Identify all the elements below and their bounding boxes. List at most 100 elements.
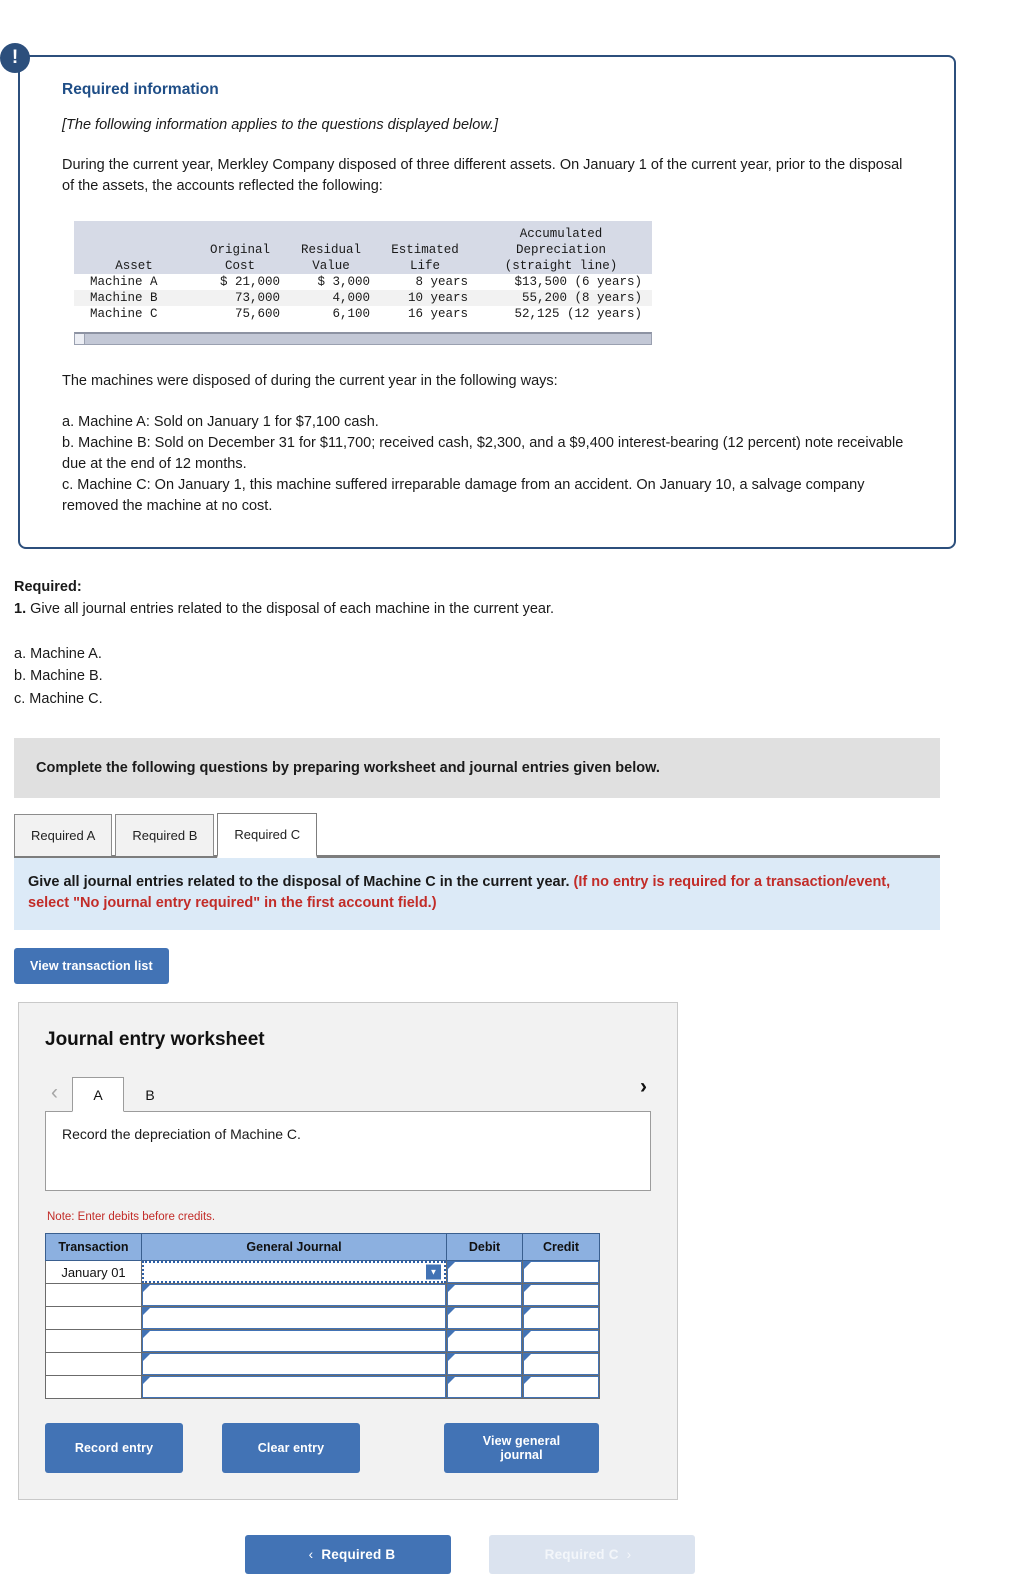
required-label: Required: xyxy=(14,579,82,596)
account-select[interactable] xyxy=(142,1284,446,1307)
asset-data-table: Accumulated Original Residual Estimated … xyxy=(74,221,652,322)
asset-table-header-blank-5 xyxy=(74,242,194,259)
journal-credit-cell[interactable] xyxy=(522,1283,600,1308)
account-select[interactable] xyxy=(142,1353,446,1376)
table-row: Machine C 75,600 6,100 16 years 52,125 (… xyxy=(74,306,652,322)
credit-input[interactable] xyxy=(523,1353,599,1376)
required-item-number: 1. xyxy=(14,600,27,617)
table-row: Machine B 73,000 4,000 10 years 55,200 (… xyxy=(74,290,652,307)
asset-table-horizontal-scrollbar[interactable] xyxy=(74,332,652,346)
journal-credit-cell[interactable] xyxy=(522,1352,600,1377)
page-title: Required information xyxy=(62,81,219,98)
previous-requirement-button[interactable]: ‹ Required B xyxy=(245,1535,451,1575)
journal-entry-grid: Transaction General Journal Debit Credit… xyxy=(45,1233,600,1400)
journal-debit-cell[interactable] xyxy=(446,1329,523,1354)
journal-account-cell[interactable] xyxy=(141,1283,447,1308)
credit-input[interactable] xyxy=(523,1307,599,1330)
asset-table-header-value: Value xyxy=(286,258,376,275)
journal-debit-cell[interactable] xyxy=(446,1306,523,1331)
asset-table-header-estimated: Estimated xyxy=(376,242,474,259)
journal-entry-worksheet-panel: Journal entry worksheet ‹ A B › Record t… xyxy=(18,1002,678,1501)
credit-input[interactable] xyxy=(523,1284,599,1307)
journal-credit-cell[interactable] xyxy=(522,1306,600,1331)
chevron-left-icon: ‹ xyxy=(308,1547,314,1563)
previous-requirement-label: Required B xyxy=(321,1547,396,1563)
disposal-item-b: b. Machine B: Sold on December 31 for $1… xyxy=(62,435,904,473)
asset-residual-value: 4,000 xyxy=(286,290,376,307)
record-entry-button[interactable]: Record entry xyxy=(45,1423,183,1474)
account-select[interactable] xyxy=(142,1330,446,1353)
view-transaction-list-button[interactable]: View transaction list xyxy=(14,948,169,985)
journal-account-cell[interactable] xyxy=(141,1352,447,1377)
journal-credit-cell[interactable] xyxy=(522,1375,600,1400)
debits-before-credits-note: Note: Enter debits before credits. xyxy=(47,1211,216,1224)
asset-estimated-life: 8 years xyxy=(415,275,468,290)
asset-table-header-cost: Cost xyxy=(194,258,286,275)
credit-input[interactable] xyxy=(523,1261,599,1284)
worksheet-tab-b[interactable]: B xyxy=(124,1078,176,1111)
required-sub-item-c: c. Machine C. xyxy=(14,690,103,707)
journal-row xyxy=(45,1375,600,1400)
account-select[interactable]: ▼ xyxy=(142,1261,446,1284)
asset-accumulated-depreciation: $13,500 (6 years) xyxy=(514,275,642,290)
credit-input[interactable] xyxy=(523,1376,599,1399)
journal-credit-cell[interactable] xyxy=(522,1329,600,1354)
next-requirement-button[interactable]: Required C › xyxy=(489,1535,695,1575)
journal-row xyxy=(45,1329,600,1354)
asset-table-header-straight-line: (straight line) xyxy=(474,258,652,275)
asset-accumulated-depreciation: 55,200 (8 years) xyxy=(474,290,652,307)
journal-credit-cell[interactable] xyxy=(522,1260,600,1285)
journal-transaction-date xyxy=(45,1375,142,1400)
asset-table-header-asset: Asset xyxy=(74,258,194,275)
view-general-journal-button[interactable]: View general journal xyxy=(444,1423,599,1474)
journal-transaction-date: January 01 xyxy=(45,1260,142,1285)
journal-debit-cell[interactable] xyxy=(446,1283,523,1308)
asset-accumulated-depreciation: 52,125 (12 years) xyxy=(514,307,642,322)
journal-transaction-date xyxy=(45,1352,142,1377)
journal-debit-cell[interactable] xyxy=(446,1260,523,1285)
tab-required-b[interactable]: Required B xyxy=(115,814,215,857)
asset-original-cost: $ 21,000 xyxy=(219,275,280,290)
requirement-tabs: Required A Required B Required C xyxy=(14,798,940,859)
scrollbar-thumb[interactable] xyxy=(75,334,85,345)
chevron-right-icon[interactable]: › xyxy=(634,1076,651,1105)
journal-row: January 01 ▼ xyxy=(45,1260,600,1285)
debit-input[interactable] xyxy=(447,1330,522,1353)
journal-account-cell[interactable]: ▼ xyxy=(141,1260,447,1285)
table-row: Machine A $ 21,000 $ 3,000 8 years $13,5… xyxy=(74,274,652,290)
asset-estimated-life: 10 years xyxy=(376,290,474,307)
asset-original-cost: 73,000 xyxy=(194,290,286,307)
journal-account-cell[interactable] xyxy=(141,1329,447,1354)
asset-table-header-life: Life xyxy=(376,258,474,275)
debit-input[interactable] xyxy=(447,1353,522,1376)
worksheet-entry-nav: ‹ A B › xyxy=(45,1071,651,1113)
journal-row xyxy=(45,1352,600,1377)
tab-required-c[interactable]: Required C xyxy=(217,813,318,859)
clear-entry-button[interactable]: Clear entry xyxy=(222,1423,360,1474)
journal-debit-cell[interactable] xyxy=(446,1375,523,1400)
chevron-left-icon[interactable]: ‹ xyxy=(45,1082,72,1111)
next-requirement-label: Required C xyxy=(544,1547,619,1563)
worksheet-tab-a[interactable]: A xyxy=(72,1077,124,1113)
account-select[interactable] xyxy=(142,1376,446,1399)
journal-debit-cell[interactable] xyxy=(446,1352,523,1377)
question-prompt: Give all journal entries related to the … xyxy=(14,858,940,931)
chevron-down-icon[interactable]: ▼ xyxy=(426,1264,441,1280)
chevron-right-icon: › xyxy=(626,1547,632,1563)
debit-input[interactable] xyxy=(447,1307,522,1330)
journal-row xyxy=(45,1306,600,1331)
credit-input[interactable] xyxy=(523,1330,599,1353)
debit-input[interactable] xyxy=(447,1284,522,1307)
debit-input[interactable] xyxy=(447,1261,522,1284)
journal-transaction-date xyxy=(45,1283,142,1308)
journal-account-cell[interactable] xyxy=(141,1375,447,1400)
instructions-banner: Complete the following questions by prep… xyxy=(14,738,940,799)
account-select[interactable] xyxy=(142,1307,446,1330)
asset-original-cost: 75,600 xyxy=(234,307,280,322)
tab-required-a[interactable]: Required A xyxy=(14,814,113,857)
asset-residual-value: $ 3,000 xyxy=(317,275,370,290)
asset-name: Machine A xyxy=(90,275,158,290)
journal-row xyxy=(45,1283,600,1308)
journal-account-cell[interactable] xyxy=(141,1306,447,1331)
debit-input[interactable] xyxy=(447,1376,522,1399)
